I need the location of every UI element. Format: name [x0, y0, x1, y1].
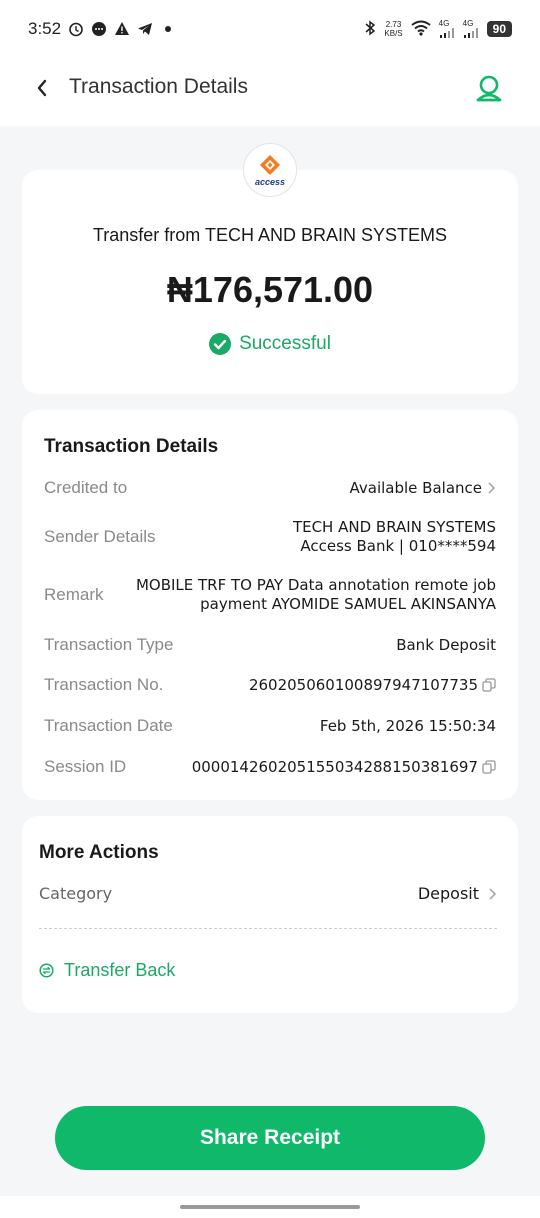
- transaction-number-label: Transaction No.: [44, 675, 164, 694]
- transaction-type-value: Bank Deposit: [396, 635, 496, 654]
- credited-to-value: Available Balance: [349, 478, 483, 497]
- transfer-back-button[interactable]: Transfer Back: [39, 960, 175, 981]
- session-id-row: Session ID 00001426020515503428815038169…: [44, 757, 496, 777]
- sender-details-value: TECH AND BRAIN SYSTEMS Access Bank | 010…: [293, 518, 496, 556]
- bluetooth-icon: [364, 20, 376, 39]
- session-id-label: Session ID: [44, 757, 127, 776]
- status-text: Successful: [239, 333, 331, 354]
- transaction-status: Successful: [22, 333, 518, 355]
- session-id-value: 000014260205155034288150381697: [191, 757, 478, 776]
- signal-1: 4G: [439, 20, 455, 38]
- remark-line-1: MOBILE TRF TO PAY Data annotation remote…: [135, 576, 496, 594]
- sender-bank-account: Access Bank | 010****594: [300, 537, 496, 555]
- copy-transaction-number-icon[interactable]: [482, 678, 496, 692]
- sender-details-label: Sender Details: [44, 527, 156, 546]
- signal-bars-icon: [463, 28, 478, 38]
- details-section-title: Transaction Details: [44, 436, 219, 457]
- sender-lines: TECH AND BRAIN SYSTEMS Access Bank | 010…: [293, 518, 496, 556]
- bank-logo: access: [243, 143, 297, 197]
- transaction-number-row: Transaction No. 260205060100897947107735: [44, 675, 496, 695]
- transaction-date-value: Feb 5th, 2026 15:50:34: [319, 716, 496, 735]
- transaction-type-label: Transaction Type: [44, 635, 174, 654]
- chevron-left-icon: [37, 79, 47, 97]
- sender-name: TECH AND BRAIN SYSTEMS: [292, 518, 496, 536]
- category-value-wrap: Deposit: [418, 884, 497, 903]
- back-button[interactable]: [30, 76, 54, 100]
- speed-value: 2.73: [385, 20, 402, 29]
- transfer-back-icon: [39, 963, 54, 978]
- remark-row: Remark MOBILE TRF TO PAY Data annotation…: [44, 576, 496, 614]
- transaction-details-card: Transaction Details Credited to Availabl…: [22, 410, 518, 800]
- wifi-icon: [411, 20, 431, 39]
- status-bar-left: 3:52: [28, 19, 176, 39]
- category-label: Category: [39, 884, 113, 903]
- access-bank-logo-icon: [260, 154, 280, 175]
- more-actions-title: More Actions: [39, 842, 159, 863]
- remark-label: Remark: [44, 585, 104, 604]
- chevron-right-icon: [486, 481, 496, 495]
- signal-bars-icon: [439, 28, 454, 38]
- transaction-summary-card: Transfer from TECH AND BRAIN SYSTEMS ₦17…: [22, 170, 518, 394]
- remark-value: MOBILE TRF TO PAY Data annotation remote…: [136, 576, 496, 614]
- check-circle-icon: [209, 333, 232, 355]
- more-actions-card: More Actions Category Deposit Transfer B…: [22, 816, 518, 1013]
- transfer-title: Transfer from TECH AND BRAIN SYSTEMS: [92, 225, 448, 245]
- session-id-value-wrap: 000014260205155034288150381697: [192, 758, 496, 777]
- sender-details-row: Sender Details TECH AND BRAIN SYSTEMS Ac…: [44, 518, 496, 556]
- warning-icon: [114, 21, 130, 37]
- net2-label: 4G: [462, 19, 474, 28]
- transaction-type-row: Transaction Type Bank Deposit: [44, 635, 496, 655]
- bank-logo-text: access: [254, 176, 286, 187]
- category-row[interactable]: Category Deposit: [39, 884, 497, 903]
- signal-2: 4G: [463, 20, 479, 38]
- credited-to-label: Credited to: [44, 478, 128, 497]
- telegram-icon: [137, 21, 153, 37]
- speed-unit: KB/S: [384, 29, 403, 38]
- share-receipt-button[interactable]: Share Receipt: [55, 1106, 485, 1170]
- page-title: Transaction Details: [69, 75, 248, 98]
- remark-lines: MOBILE TRF TO PAY Data annotation remote…: [136, 576, 496, 614]
- transaction-number-value-wrap: 260205060100897947107735: [249, 676, 496, 695]
- credited-to-value-wrap: Available Balance: [350, 479, 497, 498]
- customer-support-button[interactable]: [472, 71, 506, 105]
- chat-icon: [91, 21, 107, 37]
- alarm-icon: [68, 21, 84, 37]
- notification-dot-icon: [160, 21, 176, 37]
- network-speed: 2.73 KB/S: [384, 20, 402, 38]
- copy-session-id-icon[interactable]: [482, 760, 496, 774]
- home-indicator[interactable]: [180, 1205, 360, 1209]
- transaction-amount: ₦176,571.00: [166, 269, 374, 310]
- transaction-number-value: 260205060100897947107735: [248, 675, 478, 694]
- headset-icon: [476, 75, 502, 102]
- status-bar: 3:52 2.73 KB/S 4G 4G 90: [0, 0, 540, 58]
- battery-level: 90: [486, 21, 512, 37]
- remark-line-2: payment AYOMIDE SAMUEL AKINSANYA: [200, 595, 496, 613]
- chevron-right-icon: [487, 887, 497, 901]
- net1-label: 4G: [438, 19, 450, 28]
- divider: [39, 928, 497, 929]
- credited-to-row[interactable]: Credited to Available Balance: [44, 478, 496, 498]
- status-bar-right: 2.73 KB/S 4G 4G 90: [364, 20, 512, 39]
- status-time: 3:52: [28, 19, 62, 38]
- transaction-date-label: Transaction Date: [44, 716, 173, 735]
- app-header: Transaction Details: [0, 58, 540, 126]
- transaction-date-row: Transaction Date Feb 5th, 2026 15:50:34: [44, 716, 496, 736]
- transfer-back-label: Transfer Back: [64, 960, 176, 980]
- category-value: Deposit: [417, 884, 479, 903]
